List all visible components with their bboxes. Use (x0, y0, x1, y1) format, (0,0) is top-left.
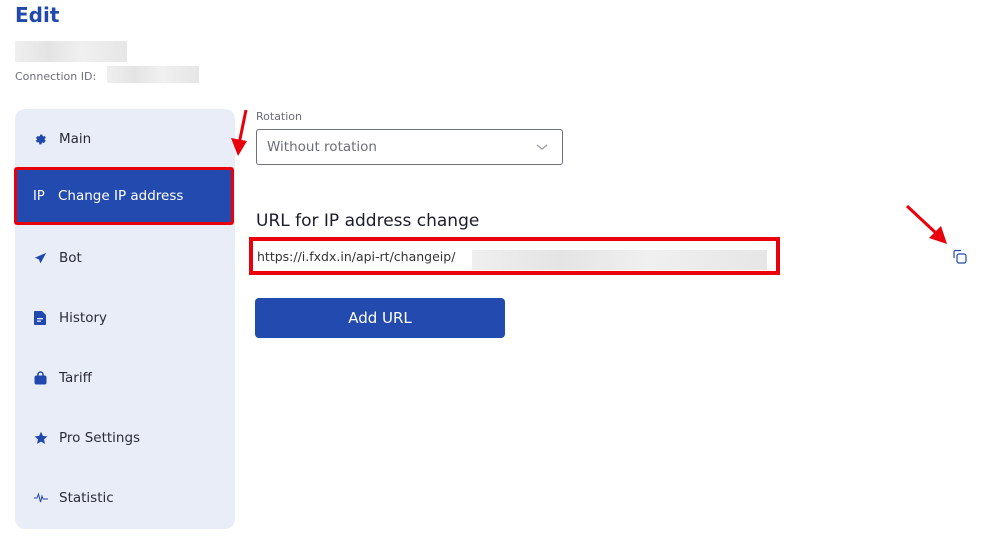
ip-icon: IP (33, 188, 45, 204)
rotation-select[interactable]: Without rotation (256, 129, 563, 165)
sidebar-item-change-ip[interactable]: IP Change IP address (14, 167, 234, 225)
rotation-label: Rotation (256, 110, 303, 123)
annotation-arrow-copy (905, 204, 947, 244)
annotation-arrow-sidebar (231, 109, 248, 156)
url-section-heading: URL for IP address change (256, 211, 480, 231)
sidebar-item-label: Bot (59, 250, 82, 266)
connection-id-redacted (107, 66, 199, 83)
sidebar-item-main[interactable]: Main (15, 109, 235, 169)
add-url-button[interactable]: Add URL (255, 298, 505, 338)
page-title: Edit (15, 3, 60, 27)
document-icon (34, 311, 54, 325)
sidebar-item-label: Statistic (59, 490, 114, 506)
shopping-bag-icon (34, 371, 54, 385)
sidebar-item-label: Pro Settings (59, 430, 141, 446)
url-prefix: https://i.fxdx.in/api-rt/changeip/ (257, 248, 456, 264)
chevron-down-icon (535, 140, 549, 158)
sidebar-item-pro-settings[interactable]: Pro Settings (15, 408, 235, 468)
url-token-redacted (472, 250, 767, 270)
sidebar: Main IP Change IP address Bot History Ta… (14, 109, 235, 529)
sidebar-item-statistic[interactable]: Statistic (15, 468, 235, 528)
sidebar-item-label: Main (59, 131, 92, 147)
sidebar-item-label: Tariff (59, 370, 92, 386)
sidebar-item-bot[interactable]: Bot (15, 228, 235, 288)
star-icon (34, 431, 54, 445)
sidebar-item-label: History (59, 310, 108, 326)
copy-icon[interactable] (951, 248, 969, 266)
sidebar-item-history[interactable]: History (15, 288, 235, 348)
paper-plane-icon (34, 252, 54, 265)
rotation-selected-value: Without rotation (267, 139, 377, 155)
gear-icon (34, 133, 54, 146)
pulse-icon (34, 492, 54, 504)
sidebar-item-tariff[interactable]: Tariff (15, 348, 235, 408)
connection-name-redacted (15, 41, 127, 62)
connection-id-label: Connection ID: (15, 70, 97, 83)
sidebar-item-label: Change IP address (58, 188, 184, 204)
